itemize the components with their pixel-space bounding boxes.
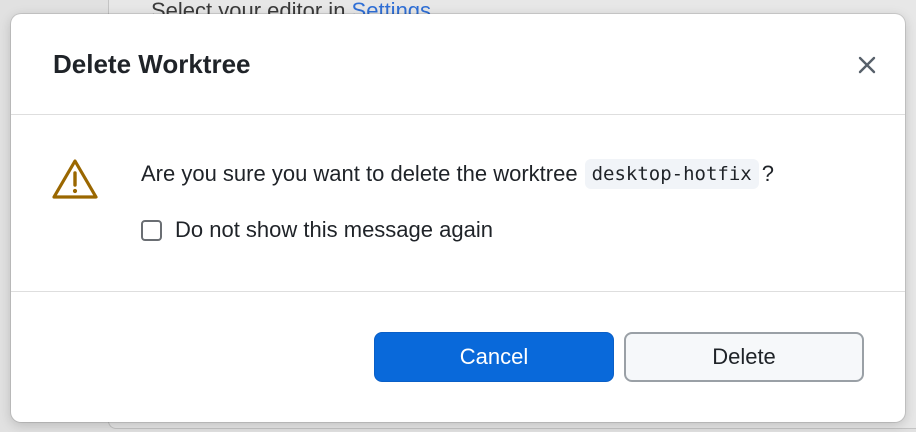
delete-worktree-dialog: Delete Worktree Are you sure you want to… bbox=[11, 14, 905, 422]
confirmation-message: Are you sure you want to delete the work… bbox=[141, 157, 774, 191]
dialog-title: Delete Worktree bbox=[53, 49, 251, 79]
close-icon bbox=[858, 56, 876, 74]
warning-triangle-icon bbox=[52, 159, 98, 199]
dont-show-again-row[interactable]: Do not show this message again bbox=[141, 217, 493, 243]
dont-show-again-checkbox[interactable] bbox=[141, 219, 162, 241]
dont-show-again-label[interactable]: Do not show this message again bbox=[175, 217, 493, 243]
worktree-name: desktop-hotfix bbox=[584, 159, 759, 189]
close-button[interactable] bbox=[849, 47, 885, 83]
message-text: Are you sure you want to delete the work… bbox=[141, 161, 578, 186]
delete-button[interactable]: Delete bbox=[624, 332, 864, 382]
message-suffix: ? bbox=[761, 161, 774, 186]
dialog-body: Are you sure you want to delete the work… bbox=[11, 115, 905, 292]
dialog-header: Delete Worktree bbox=[11, 14, 905, 115]
cancel-button[interactable]: Cancel bbox=[374, 332, 614, 382]
